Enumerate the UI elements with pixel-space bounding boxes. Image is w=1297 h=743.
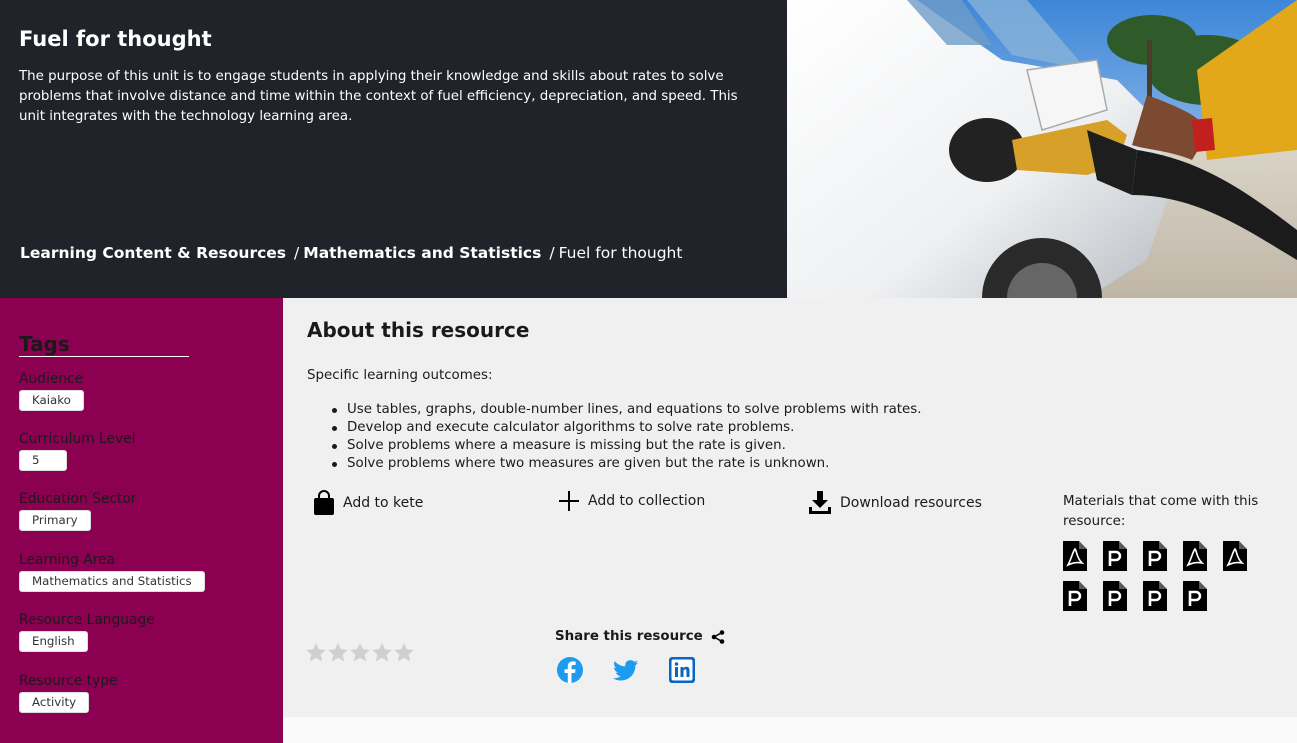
tag-group-education-sector: Education Sector Primary [19,491,136,531]
hero-image-fuel-pump [787,0,1297,298]
ppt-file-icon[interactable] [1183,581,1207,611]
breadcrumb-mathematics[interactable]: Mathematics and Statistics [303,244,541,262]
plus-icon [559,491,579,511]
ppt-file-icon[interactable] [1143,541,1167,571]
outcomes-list: Use tables, graphs, double-number lines,… [332,401,922,473]
add-to-collection-label: Add to collection [588,493,706,509]
outcomes-intro: Specific learning outcomes: [307,368,493,383]
pdf-file-icon[interactable] [1223,541,1247,571]
ppt-file-icon[interactable] [1103,581,1127,611]
add-to-kete-label: Add to kete [343,495,424,511]
ppt-file-icon[interactable] [1103,541,1127,571]
hero-text-panel: Fuel for thought The purpose of this uni… [0,0,787,298]
tag-label: Curriculum Level [19,431,136,447]
tag-pill-audience[interactable]: Kaiako [19,390,84,411]
materials-label: Materials that come with this resource: [1063,494,1259,529]
star-icon[interactable] [328,643,348,662]
star-rating [306,643,414,662]
tag-pill-curriculum-level[interactable]: 5 [19,450,67,471]
download-resources-button[interactable]: Download resources [808,490,982,516]
list-item: Solve problems where a measure is missin… [332,437,922,455]
star-icon[interactable] [372,643,392,662]
tag-label: Resource type [19,673,118,689]
share-resource-label: Share this resource [555,629,703,644]
list-item: Solve problems where two measures are gi… [332,455,922,473]
share-resource-heading: Share this resource [555,629,725,644]
about-heading: About this resource [307,318,530,342]
tag-label: Education Sector [19,491,137,507]
hero-banner: Fuel for thought The purpose of this uni… [0,0,1297,298]
tag-label: Learning Area [19,552,116,568]
bag-icon [314,490,334,515]
tag-pill-resource-type[interactable]: Activity [19,692,90,713]
breadcrumb-learning-content[interactable]: Learning Content & Resources [20,244,286,262]
tag-pill-resource-language[interactable]: English [19,631,88,652]
tags-heading: Tags [19,332,70,356]
list-item: Develop and execute calculator algorithm… [332,419,922,437]
tag-group-learning-area: Learning Area Mathematics and Statistics [19,552,205,592]
pdf-file-icon[interactable] [1183,541,1207,571]
list-item: Use tables, graphs, double-number lines,… [332,402,922,417]
tag-pill-learning-area[interactable]: Mathematics and Statistics [19,571,205,592]
download-icon [809,491,831,514]
breadcrumb: Learning Content & Resources / Mathematics… [20,244,682,262]
ppt-file-icon[interactable] [1143,581,1167,611]
tag-pill-education-sector[interactable]: Primary [19,510,91,531]
add-to-kete-button[interactable]: Add to kete [313,490,423,516]
star-icon[interactable] [394,643,414,662]
add-to-collection-button[interactable]: Add to collection [558,490,705,512]
tag-group-resource-type: Resource type Activity [19,673,117,713]
tag-label: Audience [19,371,84,387]
breadcrumb-current: Fuel for thought [558,244,683,262]
star-icon[interactable] [306,643,326,662]
tag-group-curriculum-level: Curriculum Level 5 [19,431,135,471]
tag-group-audience: Audience Kaiako [19,371,84,411]
twitter-icon[interactable] [612,656,640,684]
linkedin-icon[interactable] [668,656,696,684]
tag-group-resource-language: Resource Language English [19,612,155,652]
page-title: Fuel for thought [19,27,212,51]
breadcrumb-separator: / [294,244,300,262]
share-icon[interactable] [711,629,725,644]
page-description: The purpose of this unit is to engage st… [19,69,738,124]
breadcrumb-separator: / [549,244,555,262]
tag-label: Resource Language [19,612,155,628]
star-icon[interactable] [350,643,370,662]
download-resources-label: Download resources [840,495,982,511]
ppt-file-icon[interactable] [1063,581,1087,611]
tags-divider [19,356,189,357]
pdf-file-icon[interactable] [1063,541,1087,571]
facebook-icon[interactable] [556,656,584,684]
